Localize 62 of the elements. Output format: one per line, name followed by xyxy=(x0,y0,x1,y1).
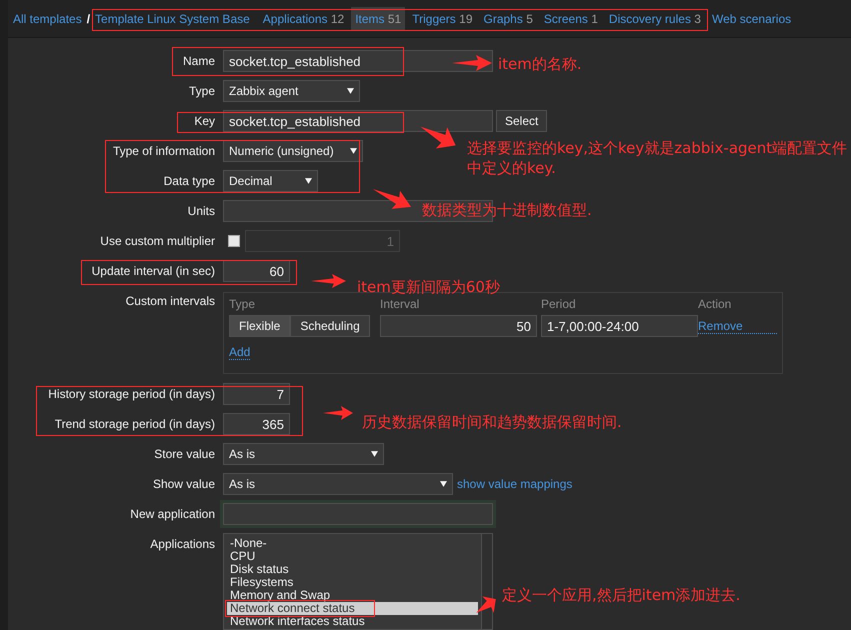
column-header: Action xyxy=(698,297,732,311)
field-label: Store value xyxy=(153,446,215,461)
nav-tab[interactable]: Items 51 xyxy=(351,6,406,30)
breadcrumb-separator: / xyxy=(86,12,90,26)
list-option[interactable]: Network interfaces status xyxy=(227,615,365,628)
field-label: Type of information xyxy=(112,143,215,158)
column-header: Interval xyxy=(380,297,420,311)
nav-tab[interactable]: Screens 1 xyxy=(540,6,602,30)
list-option[interactable]: Filesystems xyxy=(227,576,294,589)
field-label: Type xyxy=(188,83,215,98)
input-field[interactable]: 60 xyxy=(223,260,290,282)
application-list[interactable]: -None- CPU Disk status Filesystems Memory and Swap Network connect status Network interfaces status xyxy=(223,533,493,630)
field-label: Use custom multiplier xyxy=(99,233,215,248)
dropdown[interactable]: As is xyxy=(223,443,384,465)
input-field[interactable]: 365 xyxy=(223,413,290,435)
input-field: 1 xyxy=(245,230,400,252)
field-label: Applications xyxy=(149,536,215,551)
nav-tab[interactable]: Discovery rules 3 xyxy=(604,6,705,30)
nav-tab[interactable]: Applications 12 xyxy=(258,6,348,30)
field-label: Key xyxy=(193,113,215,128)
dropdown[interactable]: As is xyxy=(223,473,453,495)
annotation-text: item更新间隔为60秒 xyxy=(357,277,501,297)
field-label: Units xyxy=(186,203,215,218)
annotation-text: 历史数据保留时间和趋势数据保留时间. xyxy=(362,412,623,432)
column-header: Type xyxy=(229,297,256,311)
input-field[interactable]: socket.tcp_established xyxy=(223,50,493,72)
select-button[interactable]: Select xyxy=(496,110,548,132)
field-label: Trend storage period (in days) xyxy=(54,416,215,431)
breadcrumb-link[interactable]: Template Linux System Base xyxy=(95,12,250,26)
input-field[interactable]: 50 xyxy=(380,315,537,337)
field-label: History storage period (in days) xyxy=(47,386,215,401)
list-option[interactable]: Memory and Swap xyxy=(227,589,330,602)
input-field[interactable]: 7 xyxy=(223,383,290,405)
list-option[interactable]: -None- xyxy=(227,537,267,550)
add-link[interactable]: Add xyxy=(229,345,250,360)
breadcrumb-link[interactable]: All templates xyxy=(13,12,82,26)
field-label: Show value xyxy=(152,476,215,491)
input-field[interactable]: socket.tcp_established xyxy=(223,110,493,132)
field-label: Data type xyxy=(162,173,215,188)
dropdown[interactable]: Zabbix agent xyxy=(223,80,360,102)
nav-tab[interactable]: Graphs 5 xyxy=(480,6,537,30)
annotation-text: 数据类型为十进制数值型. xyxy=(422,200,593,220)
dropdown[interactable]: Numeric (unsigned) xyxy=(223,140,363,162)
remove-link[interactable]: Remove xyxy=(698,318,777,334)
list-option[interactable]: Disk status xyxy=(227,563,289,576)
annotation-text: 选择要监控的key,这个key就是zabbix-agent端配置文件中定义的key. xyxy=(467,138,848,178)
mode-toggle[interactable]: Scheduling xyxy=(290,315,370,337)
dropdown[interactable]: Decimal xyxy=(223,170,318,192)
field-label: New application xyxy=(129,506,215,521)
annotation-text: 定义一个应用,然后把item添加进去. xyxy=(502,585,742,605)
value-mappings-link[interactable]: show value mappings xyxy=(457,477,572,491)
annotation-text: item的名称. xyxy=(498,54,583,74)
nav-tab[interactable]: Triggers 19 xyxy=(408,6,476,30)
mode-toggle[interactable]: Flexible xyxy=(229,315,290,337)
list-option[interactable]: CPU xyxy=(227,550,256,563)
field-label: Custom intervals xyxy=(124,293,215,308)
input-field[interactable]: 1-7,00:00-24:00 xyxy=(541,315,698,337)
field-label: Update interval (in sec) xyxy=(90,263,215,278)
list-option[interactable]: Network connect status xyxy=(227,602,478,615)
nav-tab[interactable]: Web scenarios xyxy=(708,6,796,30)
column-header: Period xyxy=(541,297,577,311)
field-label: Name xyxy=(182,53,215,68)
